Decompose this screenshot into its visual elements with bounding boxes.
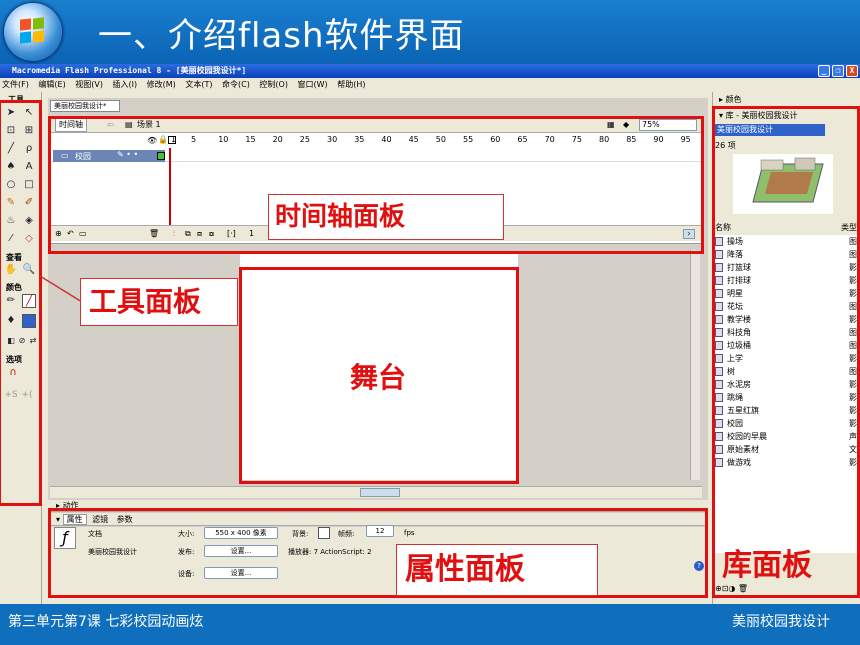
menu-view[interactable]: 视图(V): [75, 80, 103, 89]
color-panel-header[interactable]: ▸ 颜色: [719, 94, 742, 105]
tools-highlight: [0, 100, 42, 506]
library-highlight: [712, 106, 860, 598]
menu-control[interactable]: 控制(O): [259, 80, 288, 89]
menu-file[interactable]: 文件(F): [2, 80, 29, 89]
window-title: Macromedia Flash Professional 8 - [美丽校园我…: [12, 66, 247, 75]
slide-header: 一、介绍flash软件界面: [0, 0, 860, 64]
properties-callout: 属性面板: [396, 544, 598, 596]
slide-title: 一、介绍flash软件界面: [98, 16, 465, 56]
menu-help[interactable]: 帮助(H): [337, 80, 365, 89]
scroll-thumb[interactable]: [360, 488, 400, 497]
horizontal-scrollbar[interactable]: [50, 486, 702, 498]
tools-callout: 工具面板: [80, 278, 238, 326]
menu-edit[interactable]: 编辑(E): [38, 80, 65, 89]
footer-left: 第三单元第7课 七彩校园动画炫: [8, 614, 204, 630]
menu-modify[interactable]: 修改(M): [147, 80, 176, 89]
menu-window[interactable]: 窗口(W): [298, 80, 328, 89]
library-callout: 库面板: [722, 548, 812, 583]
menu-text[interactable]: 文本(T): [185, 80, 212, 89]
timeline-callout: 时间轴面板: [268, 194, 504, 240]
windows-logo-icon: [4, 3, 62, 61]
stage-callout: 舞台: [350, 361, 407, 394]
minimize-button[interactable]: _: [818, 65, 830, 77]
menu-commands[interactable]: 命令(C): [222, 80, 250, 89]
window-titlebar: Macromedia Flash Professional 8 - [美丽校园我…: [0, 64, 860, 78]
properties-highlight: [48, 508, 708, 598]
footer-right: 美丽校园我设计: [732, 614, 830, 630]
slide-footer: 第三单元第7课 七彩校园动画炫 美丽校园我设计: [0, 604, 860, 645]
tools-callout-pointer: [40, 275, 83, 303]
menu-insert[interactable]: 插入(I): [113, 80, 138, 89]
maximize-button[interactable]: ❐: [832, 65, 844, 77]
vertical-scrollbar[interactable]: [690, 250, 700, 480]
document-tab[interactable]: 美丽校园我设计*: [50, 100, 120, 112]
close-button[interactable]: X: [846, 65, 858, 77]
menubar: 文件(F) 编辑(E) 视图(V) 插入(I) 修改(M) 文本(T) 命令(C…: [0, 78, 860, 92]
